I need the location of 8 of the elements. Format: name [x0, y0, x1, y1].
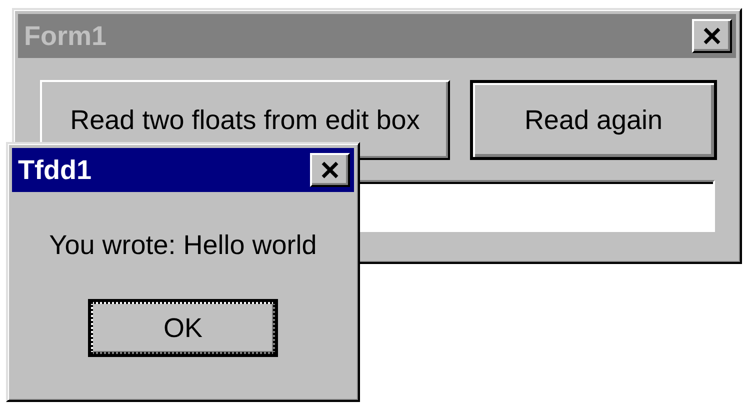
close-icon	[320, 161, 340, 179]
close-button[interactable]	[692, 19, 732, 53]
window-title: Form1	[24, 20, 107, 52]
message-text: You wrote: Hello world	[49, 230, 317, 261]
close-icon	[702, 27, 722, 45]
ok-button[interactable]: OK	[88, 299, 278, 357]
close-button[interactable]	[310, 153, 350, 187]
push-button[interactable]: Read again	[470, 80, 717, 160]
